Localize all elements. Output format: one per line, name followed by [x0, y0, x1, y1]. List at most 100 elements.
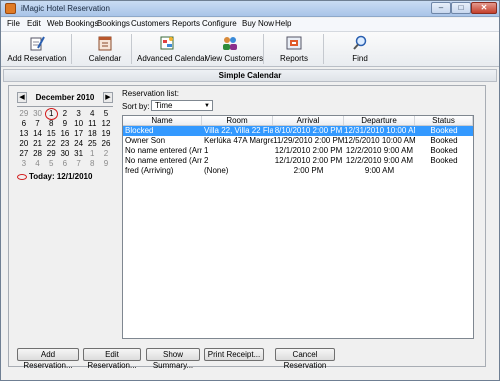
cell-name: No name entered (Arriving) [125, 146, 202, 155]
table-row[interactable]: Owner Son Kerlúka 47A Margret 11/29/2010 2… [123, 136, 473, 146]
calendar-day[interactable]: 9 [99, 159, 113, 169]
toolbar-label: Calendar [88, 54, 122, 63]
calendar-day[interactable]: 17 [72, 129, 86, 139]
cell-arrival: 2:00 PM [293, 166, 324, 175]
cell-name: No name entered (Arriving) [125, 156, 202, 165]
calendar-day[interactable]: 13 [17, 129, 31, 139]
calendar-day[interactable]: 15 [44, 129, 58, 139]
show-summary-button[interactable]: Show Summary... [146, 348, 200, 370]
column-header-name[interactable]: Name [123, 116, 202, 125]
today-label: Today: 12/1/2010 [29, 172, 93, 181]
calendar-day[interactable]: 30 [58, 149, 72, 159]
maximize-button[interactable]: □ [451, 2, 471, 14]
calendar-day[interactable]: 24 [72, 139, 86, 149]
title-bar[interactable]: iMagic Hotel Reservation – □ ✕ [1, 1, 499, 17]
calendar-day[interactable]: 25 [85, 139, 99, 149]
calendar-day[interactable]: 2 [58, 109, 72, 119]
calendar-button[interactable]: Calendar [85, 33, 125, 66]
calendar-day[interactable]: 27 [17, 149, 31, 159]
calendar-week: 6 7 8 9 10 11 12 [17, 119, 113, 129]
toolbar-label: Reports [279, 54, 308, 63]
calendar-day[interactable]: 6 [17, 119, 31, 129]
menu-help[interactable]: Help [275, 19, 291, 28]
calendar-day[interactable]: 31 [72, 149, 86, 159]
calendar-day[interactable]: 4 [85, 109, 99, 119]
advanced-calendar-icon [160, 36, 174, 50]
column-header-departure[interactable]: Departure [344, 116, 415, 125]
add-reservation-icon [30, 36, 45, 51]
calendar-day[interactable]: 30 [31, 109, 45, 119]
add-reservation-dialog-button[interactable]: Add Reservation... [17, 348, 79, 370]
calendar-day[interactable]: 23 [58, 139, 72, 149]
calendar-day[interactable]: 5 [44, 159, 58, 169]
column-header-room[interactable]: Room [202, 116, 273, 125]
calendar-day-today[interactable]: 1 [44, 108, 59, 120]
prev-month-button[interactable]: ◀ [17, 92, 27, 103]
minimize-button[interactable]: – [431, 2, 451, 14]
table-row[interactable]: No name entered (Arriving)1 12/1/2010 2:0… [123, 146, 473, 156]
calendar-day[interactable]: 11 [85, 119, 99, 129]
table-row[interactable]: Blocked Villa 22, Villa 22 Flat 8/10/2010 … [123, 126, 473, 136]
calendar-day[interactable]: 9 [58, 119, 72, 129]
cell-status: Booked [430, 136, 458, 145]
calendar-day[interactable]: 20 [17, 139, 31, 149]
menu-buy-now[interactable]: Buy Now [242, 19, 274, 28]
menu-reports[interactable]: Reports [172, 19, 200, 28]
today-link[interactable]: Today: 12/1/2010 [17, 172, 92, 181]
menu-web-bookings[interactable]: Web Bookings [47, 19, 98, 28]
print-receipt-button[interactable]: Print Receipt... [204, 348, 264, 361]
menu-customers[interactable]: Customers [131, 19, 170, 28]
calendar-day[interactable]: 6 [58, 159, 72, 169]
calendar-day[interactable]: 1 [85, 149, 99, 159]
calendar-day[interactable]: 4 [31, 159, 45, 169]
next-month-button[interactable]: ▶ [103, 92, 113, 103]
find-button[interactable]: Find [345, 33, 375, 66]
close-button[interactable]: ✕ [471, 2, 497, 14]
column-header-arrival[interactable]: Arrival [273, 116, 344, 125]
view-customers-button[interactable]: View Customers [205, 33, 263, 66]
calendar-day[interactable]: 21 [31, 139, 45, 149]
calendar-day[interactable]: 10 [72, 119, 86, 129]
calendar-day[interactable]: 5 [99, 109, 113, 119]
edit-reservation-button[interactable]: Edit Reservation... [83, 348, 141, 370]
calendar-day[interactable]: 26 [99, 139, 113, 149]
reservation-list-label: Reservation list: [122, 89, 179, 98]
calendar-day[interactable]: 29 [44, 149, 58, 159]
chevron-down-icon: ▼ [204, 103, 210, 109]
advanced-calendar-button[interactable]: Advanced Calendar [137, 33, 207, 66]
calendar-day[interactable]: 14 [31, 129, 45, 139]
table-row[interactable]: No name entered (Arriving)2 12/1/2010 2:0… [123, 156, 473, 166]
cell-status: Booked [430, 146, 458, 155]
cell-room: 1 [204, 146, 209, 155]
sort-by-select[interactable]: Time ▼ [151, 100, 213, 111]
column-header-status[interactable]: Status [415, 116, 473, 125]
calendar-day[interactable]: 3 [17, 159, 31, 169]
table-row[interactable]: fred (Arriving) (None) 2:00 PM 9:00 AM [123, 166, 473, 176]
cell-room: Villa 22, Villa 22 Flat [204, 126, 273, 135]
calendar-day[interactable]: 7 [72, 159, 86, 169]
calendar-day[interactable]: 8 [44, 119, 58, 129]
calendar-day[interactable]: 18 [85, 129, 99, 139]
calendar-month-title: December 2010 [35, 93, 95, 102]
calendar-day[interactable]: 7 [31, 119, 45, 129]
cell-room: 2 [204, 156, 209, 165]
menu-file[interactable]: File [7, 19, 20, 28]
calendar-day[interactable]: 8 [85, 159, 99, 169]
calendar-day[interactable]: 22 [44, 139, 58, 149]
cancel-reservation-button[interactable]: Cancel Reservation [275, 348, 335, 370]
cell-departure: 12/2/2010 9:00 AM [345, 156, 414, 165]
find-icon [353, 35, 367, 50]
calendar-day[interactable]: 3 [72, 109, 86, 119]
calendar-day[interactable]: 29 [17, 109, 31, 119]
reports-button[interactable]: Reports [277, 33, 311, 66]
calendar-day[interactable]: 19 [99, 129, 113, 139]
menu-edit[interactable]: Edit [27, 19, 41, 28]
menu-configure[interactable]: Configure [202, 19, 237, 28]
calendar-day[interactable]: 2 [99, 149, 113, 159]
menu-bookings[interactable]: Bookings [97, 19, 130, 28]
cell-arrival: 12/1/2010 2:00 PM [274, 146, 343, 155]
calendar-day[interactable]: 12 [99, 119, 113, 129]
calendar-day[interactable]: 16 [58, 129, 72, 139]
add-reservation-button[interactable]: Add Reservation [7, 33, 67, 66]
calendar-day[interactable]: 28 [31, 149, 45, 159]
